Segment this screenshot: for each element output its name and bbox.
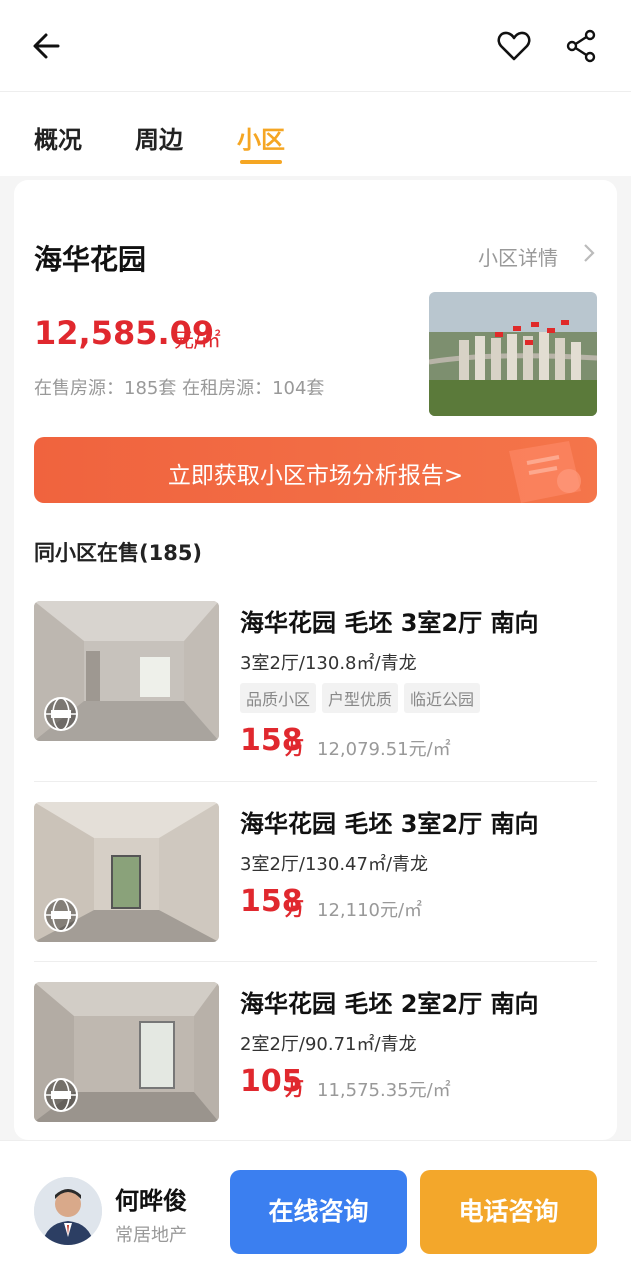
listing-title: 海华花园 毛坯 3室2厅 南向 — [240, 810, 539, 838]
top-bar — [0, 0, 631, 92]
listing-spec: 3室2厅/130.8㎡/青龙 — [240, 653, 417, 674]
phone-consult-button[interactable]: 电话咨询 — [420, 1170, 597, 1254]
tab-surroundings[interactable]: 周边 — [135, 120, 183, 155]
tab-community[interactable]: 小区 — [237, 120, 285, 155]
listing-tag: 品质小区 — [240, 683, 317, 713]
community-detail-link[interactable]: 小区详情 — [478, 242, 558, 271]
listing-tag: 临近公园 — [404, 683, 481, 713]
listing-photo[interactable] — [34, 601, 219, 741]
online-consult-button[interactable]: 在线咨询 — [230, 1170, 407, 1254]
tab-overview[interactable]: 概况 — [34, 120, 82, 155]
community-card: 海华花园 小区详情 12,585.09 元/㎡ 在售房源：185套 在租房源：1… — [14, 180, 617, 1140]
listing-tags: 品质小区 户型优质 临近公园 — [240, 683, 486, 713]
listing-price-unit: 万 — [285, 737, 305, 759]
back-button[interactable] — [28, 26, 68, 66]
listing-spec: 3室2厅/130.47㎡/青龙 — [240, 854, 429, 875]
listing-price-unit: 万 — [285, 898, 305, 920]
agent-company: 常居地产 — [115, 1225, 187, 1246]
listing-unit-price: 12,110元/㎡ — [317, 900, 423, 921]
listing-unit-price: 11,575.35元/㎡ — [317, 1080, 451, 1101]
market-report-button[interactable]: 立即获取小区市场分析报告> — [34, 437, 597, 503]
arrow-left-icon — [33, 33, 60, 59]
community-aerial-photo[interactable] — [429, 292, 597, 416]
share-button[interactable] — [562, 26, 602, 66]
listing-item[interactable]: 海华花园 毛坯 3室2厅 南向 3室2厅/130.47㎡/青龙 158 万 12… — [34, 802, 597, 962]
active-tab-indicator — [240, 160, 282, 164]
tab-bar: 概况 周边 小区 — [0, 92, 631, 176]
community-stock-info: 在售房源：185套 在租房源：104套 — [34, 378, 325, 399]
listing-photo[interactable] — [34, 802, 219, 942]
list-divider — [34, 781, 597, 782]
heart-icon — [497, 31, 531, 61]
listing-spec: 2室2厅/90.71㎡/青龙 — [240, 1034, 417, 1055]
listing-item[interactable]: 海华花园 毛坯 2室2厅 南向 2室2厅/90.71㎡/青龙 105 万 11,… — [34, 982, 597, 1140]
bottom-action-bar: 何晔俊 常居地产 在线咨询 电话咨询 — [0, 1140, 631, 1280]
favorite-button[interactable] — [494, 26, 534, 66]
agent-avatar[interactable] — [34, 1177, 102, 1245]
agent-name: 何晔俊 — [115, 1187, 187, 1215]
vr-globe-icon — [44, 697, 78, 731]
listing-price-unit: 万 — [285, 1078, 305, 1100]
vr-globe-icon — [44, 1078, 78, 1112]
vr-globe-icon — [44, 898, 78, 932]
listing-item[interactable]: 海华花园 毛坯 3室2厅 南向 3室2厅/130.8㎡/青龙 品质小区 户型优质临… — [34, 601, 597, 761]
listing-title: 海华花园 毛坯 3室2厅 南向 — [240, 609, 539, 637]
listing-title: 海华花园 毛坯 2室2厅 南向 — [240, 990, 539, 1018]
listing-tag: 户型优质 — [322, 683, 399, 713]
community-name: 海华花园 — [34, 243, 147, 276]
list-divider — [34, 961, 597, 962]
share-icon — [566, 29, 596, 63]
same-community-sale-title: 同小区在售(185) — [34, 541, 203, 565]
chevron-right-icon[interactable] — [582, 242, 596, 269]
listing-photo[interactable] — [34, 982, 219, 1122]
community-price-unit: 元/㎡ — [174, 328, 221, 352]
listing-unit-price: 12,079.51元/㎡ — [317, 739, 451, 760]
market-report-label: 立即获取小区市场分析报告> — [167, 463, 464, 489]
